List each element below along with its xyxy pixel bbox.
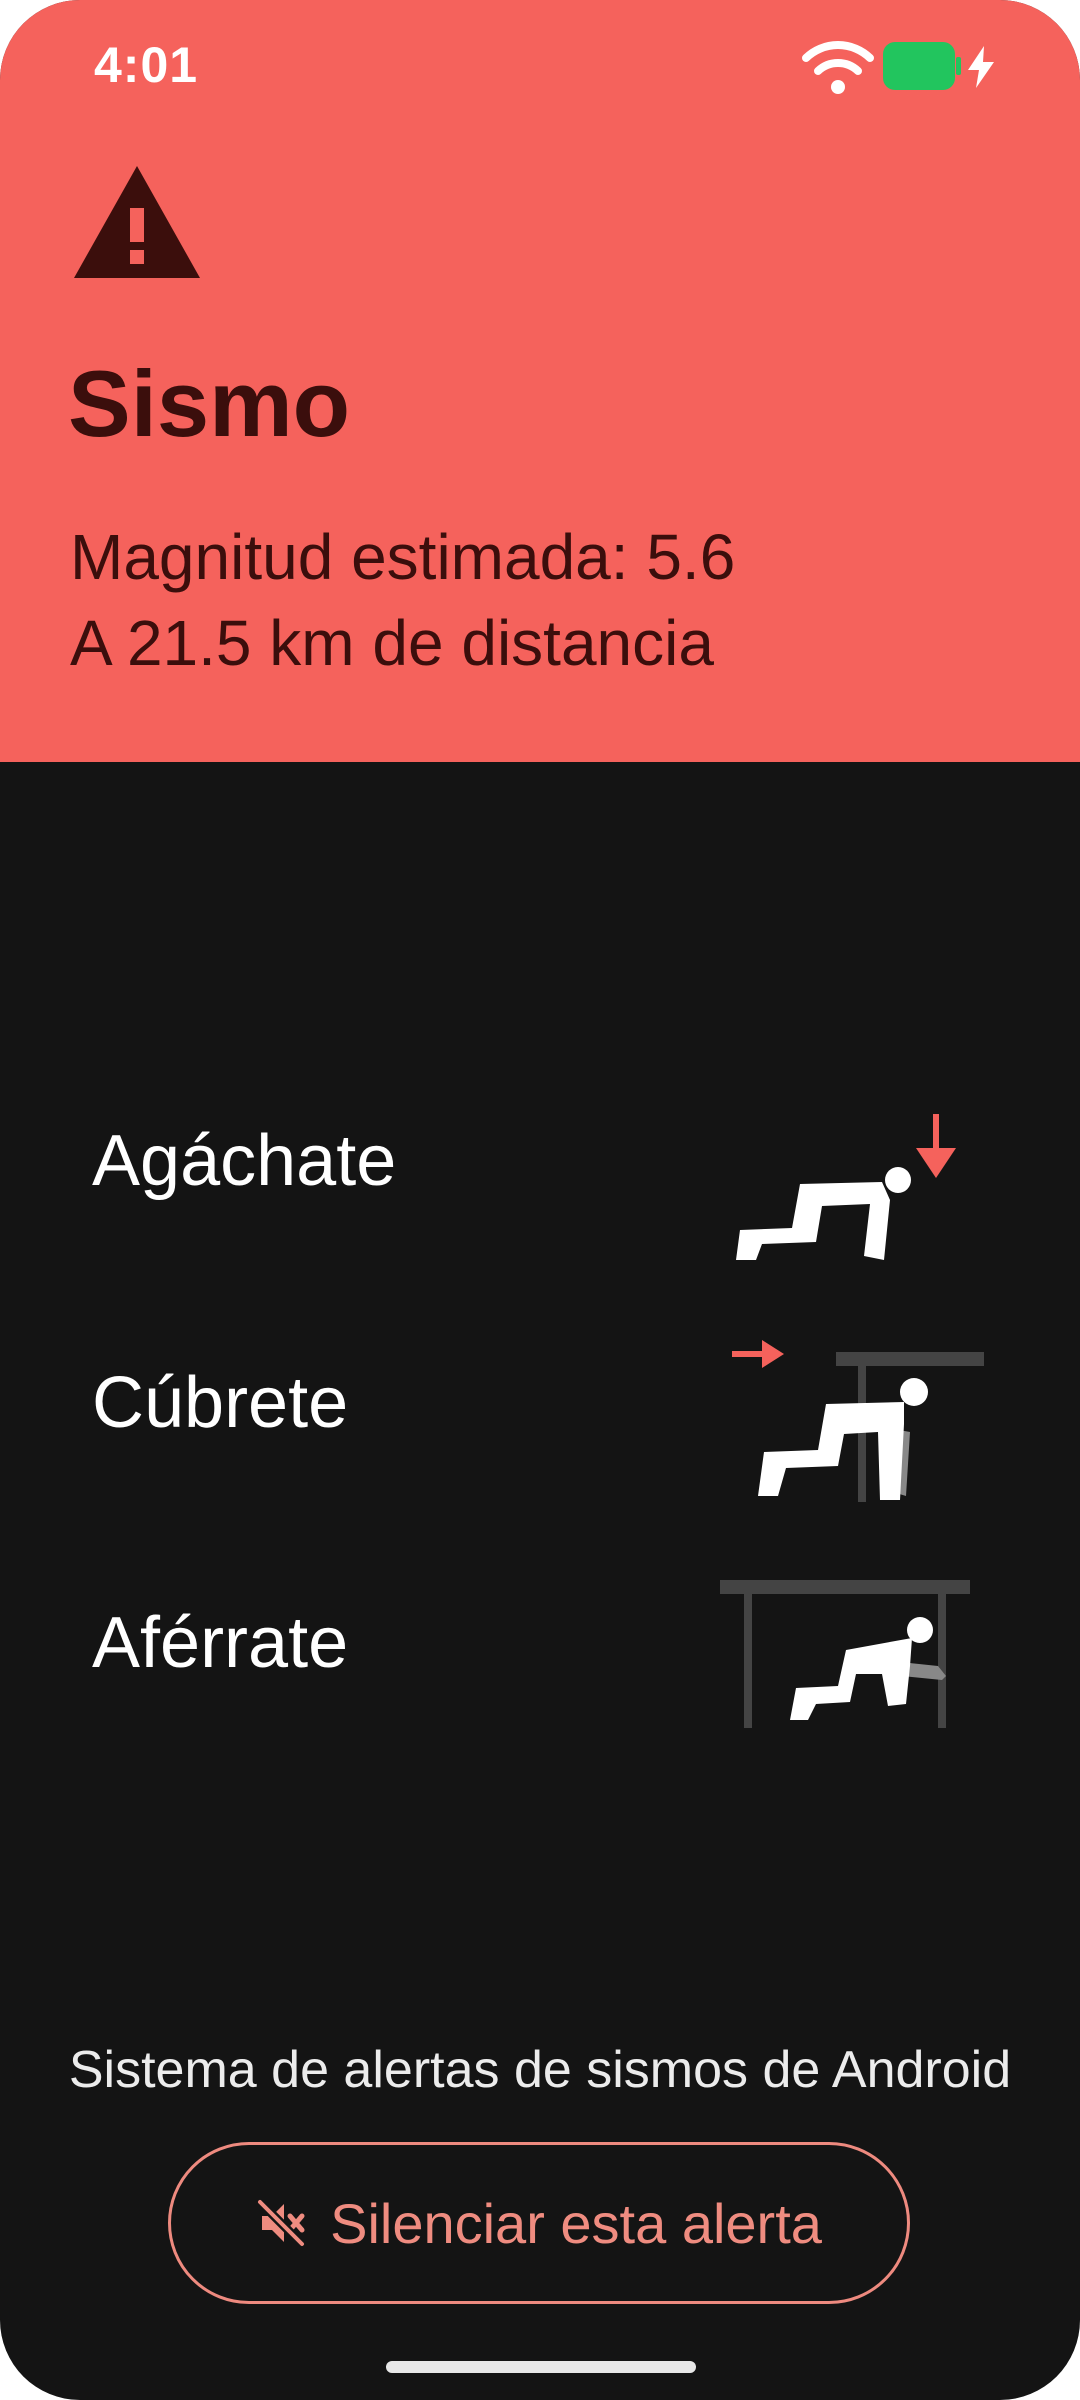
warning-triangle-icon — [74, 166, 200, 278]
alert-header: 4:01 Sismo Magnitud estimada: 5.6 A 21.5… — [0, 0, 1080, 762]
instruction-hold-label: Aférrate — [92, 1603, 349, 1683]
earthquake-alert-screen: 4:01 Sismo Magnitud estimada: 5.6 A 21.5… — [0, 0, 1080, 2400]
alert-magnitude: Magnitud estimada: 5.6 — [70, 521, 736, 593]
mute-alert-label: Silenciar esta alerta — [330, 2191, 822, 2255]
alert-title: Sismo — [68, 351, 351, 456]
status-bar: 4:01 — [0, 0, 1080, 130]
volume-off-icon — [256, 2198, 306, 2248]
hold-on-pose-icon — [720, 1580, 970, 1728]
mute-alert-button[interactable]: Silenciar esta alerta — [168, 2142, 910, 2304]
instruction-cover-label: Cúbrete — [92, 1363, 349, 1443]
wifi-icon — [802, 41, 874, 94]
charging-bolt-icon — [968, 46, 994, 88]
cover-pose-icon — [732, 1340, 984, 1502]
alert-system-name: Sistema de alertas de sismos de Android — [68, 2041, 1012, 2099]
drop-pose-icon — [736, 1114, 956, 1260]
status-time: 4:01 — [94, 37, 199, 93]
home-indicator[interactable] — [386, 2361, 696, 2373]
battery-icon — [883, 42, 961, 90]
alert-distance: A 21.5 km de distancia — [70, 607, 714, 679]
instruction-drop-label: Agáchate — [92, 1121, 397, 1201]
